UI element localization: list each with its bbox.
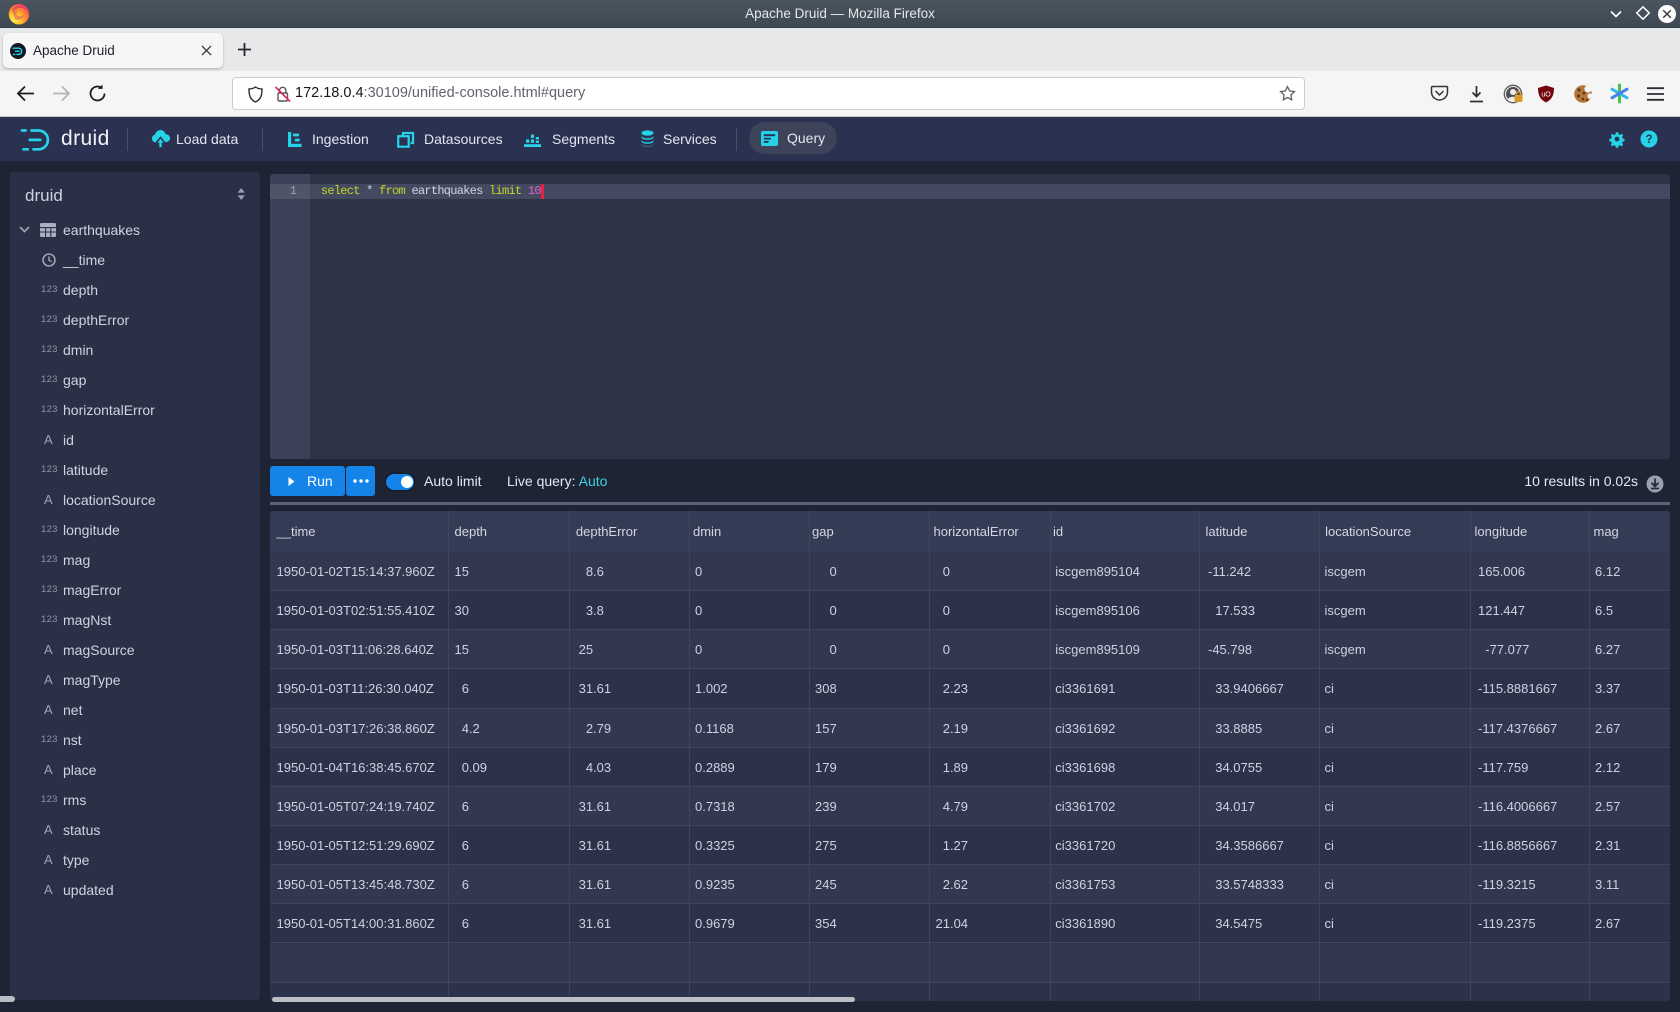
svg-text:?: ? bbox=[1645, 134, 1652, 146]
svg-text:uO: uO bbox=[1541, 92, 1551, 99]
